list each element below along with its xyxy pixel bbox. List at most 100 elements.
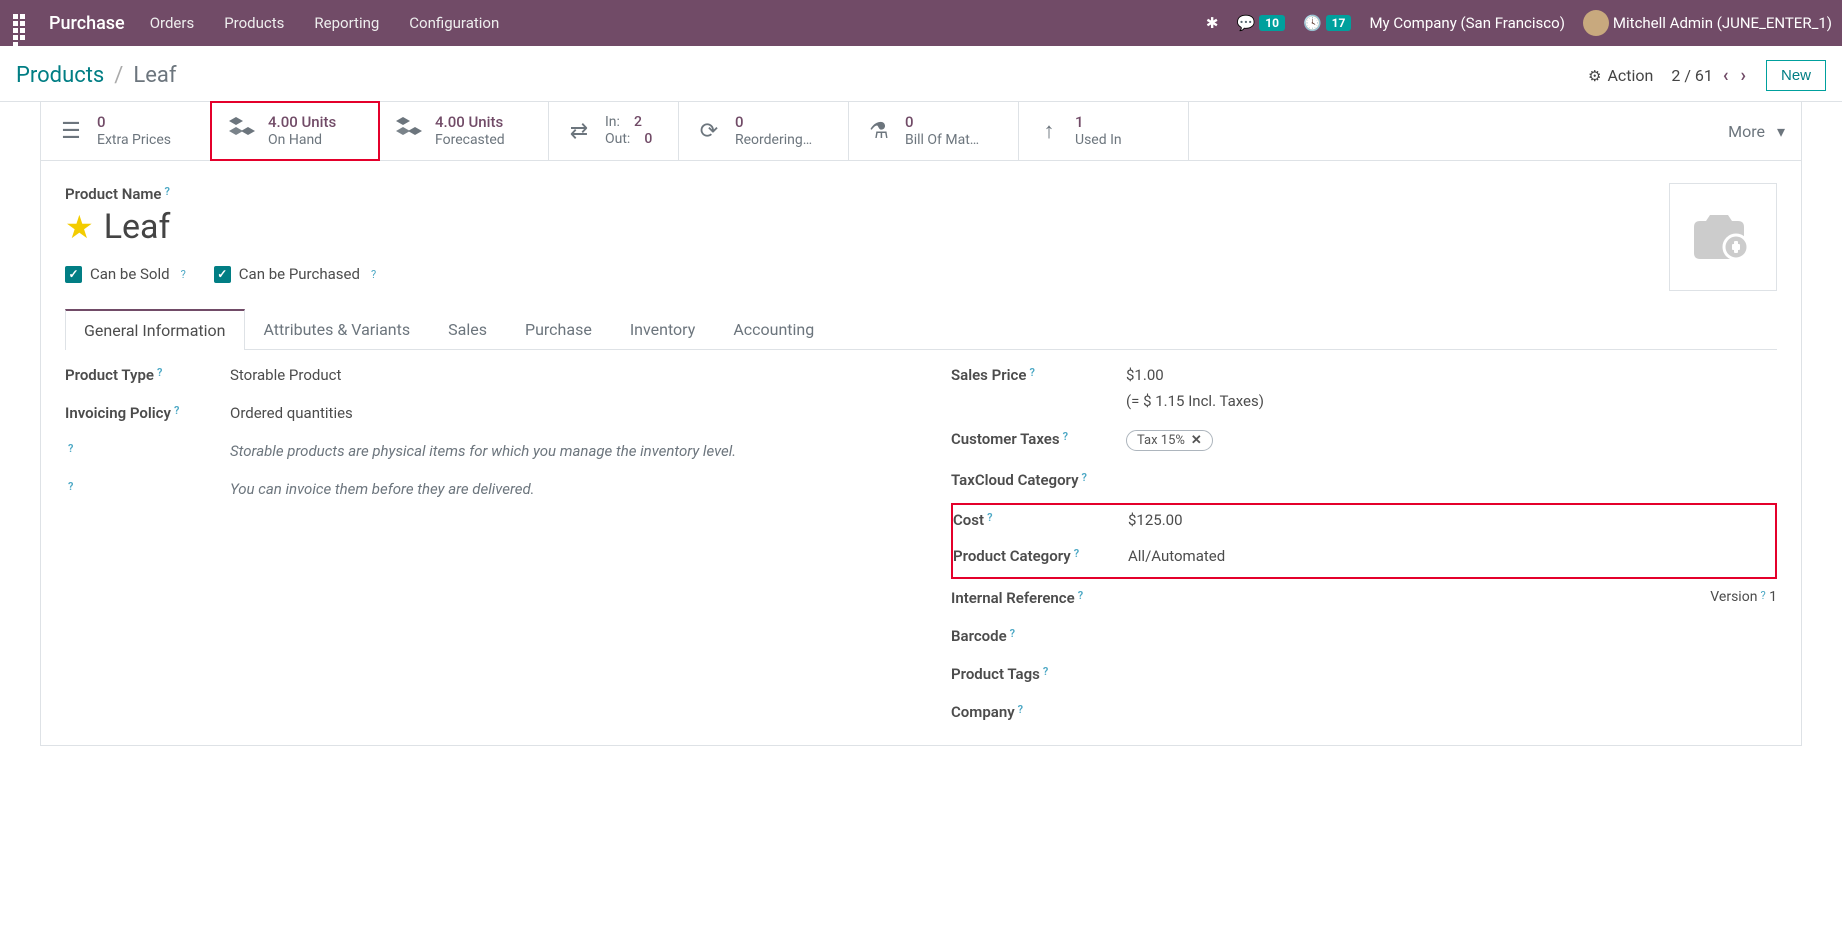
product-type-value[interactable]: Storable Product: [230, 366, 341, 384]
help-icon[interactable]: ?: [1078, 589, 1083, 602]
help-icon[interactable]: ?: [157, 366, 162, 379]
stat-out-label: Out:: [605, 131, 630, 149]
tab-purchase[interactable]: Purchase: [506, 309, 611, 350]
product-image-upload[interactable]: [1669, 183, 1777, 291]
menu-products[interactable]: Products: [224, 14, 284, 32]
product-category-value[interactable]: All/Automated: [1128, 547, 1225, 565]
pager: 2 / 61 ‹ ›: [1671, 65, 1748, 86]
caret-down-icon: ▾: [1777, 122, 1785, 141]
help-icon[interactable]: ?: [174, 404, 179, 417]
messaging-icon[interactable]: 💬10: [1237, 14, 1285, 32]
stat-forecasted[interactable]: 4.00 Units Forecasted: [379, 102, 549, 160]
description-text-2: You can invoice them before they are del…: [230, 480, 535, 498]
version-value: 1: [1769, 589, 1777, 605]
stat-extra-prices[interactable]: ☰ 0 Extra Prices: [41, 102, 211, 160]
version-label: Version: [1710, 589, 1757, 605]
sales-price-incl-tax: (= $ 1.15 Incl. Taxes): [1126, 392, 1264, 410]
more-label: More: [1728, 122, 1765, 141]
invoicing-policy-value[interactable]: Ordered quantities: [230, 404, 353, 422]
stat-used-in[interactable]: ↑ 1 Used In: [1019, 102, 1189, 160]
refresh-icon: ⟳: [695, 119, 723, 144]
action-label: Action: [1607, 66, 1653, 85]
tab-accounting[interactable]: Accounting: [714, 309, 833, 350]
invoicing-policy-label: Invoicing Policy: [65, 404, 171, 422]
menu-configuration[interactable]: Configuration: [409, 14, 499, 32]
new-button[interactable]: New: [1766, 60, 1826, 91]
cubes-icon: [228, 117, 256, 145]
apps-icon[interactable]: [10, 11, 34, 35]
cost-value[interactable]: $125.00: [1128, 511, 1183, 529]
breadcrumb-current: Leaf: [133, 63, 176, 88]
description-text-1: Storable products are physical items for…: [230, 442, 736, 460]
stat-more[interactable]: More ▾: [1712, 102, 1801, 160]
menu-reporting[interactable]: Reporting: [314, 14, 379, 32]
internal-reference-label: Internal Reference: [951, 589, 1075, 607]
user-menu[interactable]: Mitchell Admin (JUNE_ENTER_1): [1583, 10, 1832, 36]
tab-general-information[interactable]: General Information: [65, 309, 245, 350]
tax-tag[interactable]: Tax 15% ✕: [1126, 430, 1213, 451]
stat-value: 0: [735, 113, 812, 132]
sales-price-value[interactable]: $1.00: [1126, 366, 1264, 384]
bug-icon[interactable]: ✱: [1206, 14, 1219, 32]
help-icon[interactable]: ?: [371, 268, 376, 281]
action-menu[interactable]: Action: [1588, 66, 1653, 85]
taxcloud-category-label: TaxCloud Category: [951, 471, 1079, 489]
tab-sales[interactable]: Sales: [429, 309, 506, 350]
product-title[interactable]: Leaf: [104, 207, 171, 247]
menu-orders[interactable]: Orders: [150, 14, 195, 32]
help-icon[interactable]: ?: [1010, 627, 1015, 640]
breadcrumb-sep: /: [114, 63, 123, 88]
help-icon[interactable]: ?: [987, 511, 992, 524]
cost-label: Cost: [953, 511, 984, 529]
gear-icon: [1588, 66, 1601, 85]
list-icon: ☰: [57, 119, 85, 144]
stat-value: 1: [1075, 113, 1122, 132]
help-icon[interactable]: ?: [68, 442, 73, 455]
favorite-star-icon[interactable]: ★: [65, 208, 94, 246]
product-tags-label: Product Tags: [951, 665, 1040, 683]
sales-price-label: Sales Price: [951, 366, 1026, 384]
company-selector[interactable]: My Company (San Francisco): [1369, 14, 1564, 32]
stat-out-value: 0: [644, 131, 652, 149]
activities-icon[interactable]: 🕓17: [1303, 14, 1351, 32]
app-brand[interactable]: Purchase: [49, 13, 125, 34]
help-icon[interactable]: ?: [1082, 471, 1087, 484]
customer-taxes-label: Customer Taxes: [951, 430, 1060, 448]
pager-next[interactable]: ›: [1739, 65, 1748, 86]
breadcrumb-parent[interactable]: Products: [16, 63, 104, 88]
help-icon[interactable]: ?: [68, 480, 73, 493]
top-right: ✱ 💬10 🕓17 My Company (San Francisco) Mit…: [1206, 10, 1832, 36]
stat-bom[interactable]: ⚗ 0 Bill Of Mat…: [849, 102, 1019, 160]
pager-text: 2 / 61: [1671, 66, 1713, 85]
stat-value: 4.00 Units: [268, 113, 336, 132]
help-icon[interactable]: ?: [181, 268, 186, 281]
stat-reordering[interactable]: ⟳ 0 Reordering…: [679, 102, 849, 160]
messaging-badge: 10: [1259, 15, 1285, 31]
help-icon[interactable]: ?: [1074, 547, 1079, 560]
avatar: [1583, 10, 1609, 36]
stat-on-hand[interactable]: 4.00 Units On Hand: [210, 101, 380, 161]
help-icon[interactable]: ?: [1063, 430, 1068, 443]
stat-buttons: ☰ 0 Extra Prices 4.00 Units On Hand 4.00…: [40, 102, 1802, 161]
barcode-label: Barcode: [951, 627, 1007, 645]
arrow-up-icon: ↑: [1035, 118, 1063, 144]
right-column: Sales Price? $1.00 (= $ 1.15 Incl. Taxes…: [951, 366, 1777, 721]
stat-label: Forecasted: [435, 132, 505, 150]
cubes-icon: [395, 117, 423, 145]
help-icon[interactable]: ?: [164, 185, 169, 198]
help-icon[interactable]: ?: [1043, 665, 1048, 678]
flask-icon: ⚗: [865, 119, 893, 144]
can-be-purchased-checkbox[interactable]: [214, 266, 231, 283]
tab-inventory[interactable]: Inventory: [611, 309, 715, 350]
stat-in-out[interactable]: ⇄ In:2 Out:0: [549, 102, 679, 160]
help-icon[interactable]: ?: [1018, 703, 1023, 716]
company-label: Company: [951, 703, 1015, 721]
help-icon[interactable]: ?: [1029, 366, 1034, 379]
can-be-sold-checkbox[interactable]: [65, 266, 82, 283]
tax-tag-remove-icon[interactable]: ✕: [1191, 433, 1202, 448]
help-icon[interactable]: ?: [1760, 589, 1765, 602]
transfer-icon: ⇄: [565, 119, 593, 144]
tab-attributes-variants[interactable]: Attributes & Variants: [245, 309, 430, 350]
pager-prev[interactable]: ‹: [1721, 65, 1731, 86]
stat-in-label: In:: [605, 114, 620, 132]
